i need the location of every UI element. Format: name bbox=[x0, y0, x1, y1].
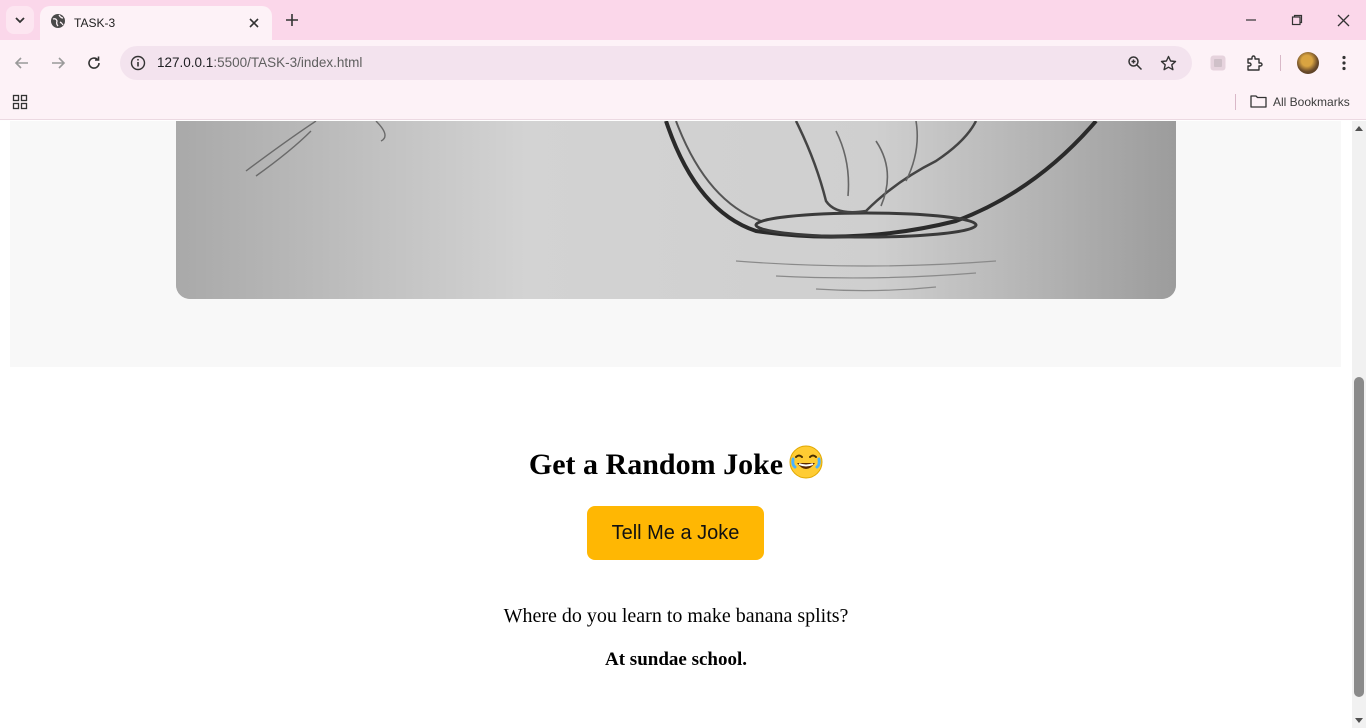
laughing-emoji-icon bbox=[789, 445, 823, 479]
tell-joke-button[interactable]: Tell Me a Joke bbox=[587, 506, 764, 560]
toolbar-divider bbox=[1280, 55, 1281, 71]
kebab-menu-icon[interactable] bbox=[1330, 49, 1358, 77]
tab-strip: TASK-3 bbox=[0, 0, 1366, 40]
page-viewport: Get a Random Joke Tell Me a Joke Where d… bbox=[0, 121, 1352, 728]
scroll-thumb[interactable] bbox=[1354, 377, 1364, 697]
toolbar: 127.0.0.1:5500/TASK-3/index.html bbox=[0, 40, 1366, 86]
puzzle-icon[interactable] bbox=[1240, 49, 1268, 77]
close-icon[interactable] bbox=[244, 13, 264, 33]
bookmarks-bar: All Bookmarks bbox=[0, 86, 1366, 120]
extension-icon[interactable] bbox=[1204, 49, 1232, 77]
restore-icon[interactable] bbox=[1274, 0, 1320, 40]
url-text: 127.0.0.1:5500/TASK-3/index.html bbox=[157, 55, 363, 70]
star-icon[interactable] bbox=[1158, 53, 1178, 73]
zoom-icon[interactable] bbox=[1125, 53, 1145, 73]
bookmarks-divider bbox=[1235, 94, 1236, 110]
pencil-sketch-image bbox=[176, 121, 1176, 299]
forward-arrow-icon[interactable] bbox=[44, 49, 72, 77]
apps-grid-icon[interactable] bbox=[10, 92, 30, 112]
tab-title: TASK-3 bbox=[74, 16, 116, 30]
back-arrow-icon[interactable] bbox=[8, 49, 36, 77]
site-info-icon[interactable] bbox=[128, 53, 148, 73]
scroll-up-icon[interactable] bbox=[1354, 123, 1364, 133]
reload-icon[interactable] bbox=[80, 49, 108, 77]
folder-icon bbox=[1250, 94, 1267, 111]
all-bookmarks-button[interactable]: All Bookmarks bbox=[1250, 91, 1350, 113]
tab-search-icon[interactable] bbox=[6, 6, 34, 34]
joke-punchline-text: At sundae school. bbox=[605, 649, 747, 670]
plus-icon[interactable] bbox=[280, 8, 304, 32]
joke-heading: Get a Random Joke bbox=[0, 445, 1352, 482]
avatar[interactable] bbox=[1294, 49, 1322, 77]
address-bar[interactable]: 127.0.0.1:5500/TASK-3/index.html bbox=[120, 46, 1192, 80]
page-scrollbar[interactable] bbox=[1352, 121, 1366, 728]
all-bookmarks-label: All Bookmarks bbox=[1273, 95, 1350, 109]
joke-section: Get a Random Joke Tell Me a Joke Where d… bbox=[0, 367, 1352, 728]
globe-icon bbox=[50, 13, 66, 34]
minimize-icon[interactable] bbox=[1228, 0, 1274, 40]
active-tab[interactable]: TASK-3 bbox=[40, 6, 272, 40]
hero-section bbox=[10, 121, 1341, 367]
scroll-down-icon[interactable] bbox=[1354, 716, 1364, 726]
close-window-icon[interactable] bbox=[1320, 0, 1366, 40]
joke-setup-text: Where do you learn to make banana splits… bbox=[503, 605, 849, 627]
